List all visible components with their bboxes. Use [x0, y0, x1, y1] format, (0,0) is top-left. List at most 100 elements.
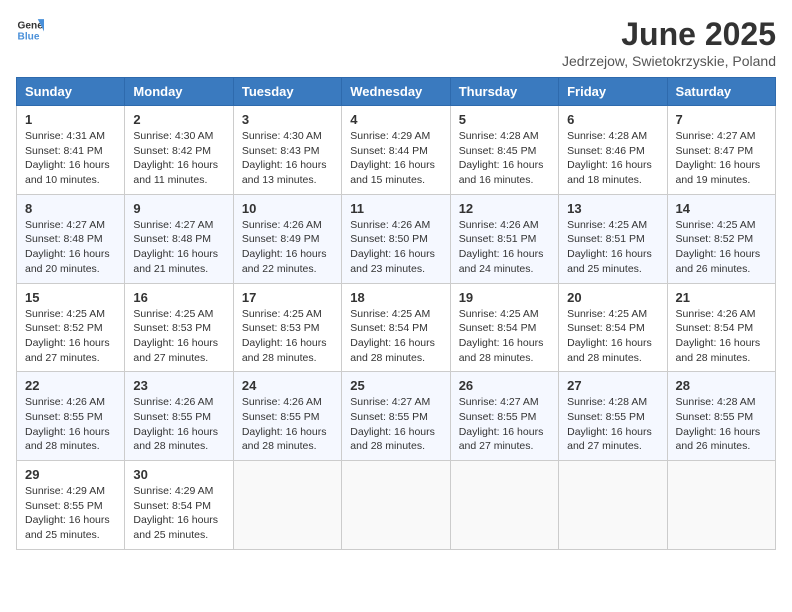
sunset-label: Sunset: 8:54 PM — [676, 322, 754, 334]
day-number: 16 — [133, 290, 224, 305]
calendar-week-5: 29 Sunrise: 4:29 AM Sunset: 8:55 PM Dayl… — [17, 461, 776, 550]
day-number: 19 — [459, 290, 550, 305]
daylight-label: Daylight: 16 hours and 28 minutes. — [676, 337, 761, 364]
sunrise-label: Sunrise: 4:27 AM — [133, 219, 213, 231]
daylight-label: Daylight: 16 hours and 28 minutes. — [133, 426, 218, 453]
day-number: 9 — [133, 201, 224, 216]
calendar-cell: 21 Sunrise: 4:26 AM Sunset: 8:54 PM Dayl… — [667, 283, 775, 372]
calendar-cell: 13 Sunrise: 4:25 AM Sunset: 8:51 PM Dayl… — [559, 194, 667, 283]
sunset-label: Sunset: 8:55 PM — [25, 411, 103, 423]
day-number: 21 — [676, 290, 767, 305]
calendar-cell: 18 Sunrise: 4:25 AM Sunset: 8:54 PM Dayl… — [342, 283, 450, 372]
sunset-label: Sunset: 8:46 PM — [567, 145, 645, 157]
calendar-cell: 4 Sunrise: 4:29 AM Sunset: 8:44 PM Dayli… — [342, 106, 450, 195]
col-header-saturday: Saturday — [667, 78, 775, 106]
calendar-cell: 6 Sunrise: 4:28 AM Sunset: 8:46 PM Dayli… — [559, 106, 667, 195]
day-info: Sunrise: 4:26 AM Sunset: 8:49 PM Dayligh… — [242, 218, 333, 277]
col-header-sunday: Sunday — [17, 78, 125, 106]
calendar-cell: 14 Sunrise: 4:25 AM Sunset: 8:52 PM Dayl… — [667, 194, 775, 283]
calendar-cell: 30 Sunrise: 4:29 AM Sunset: 8:54 PM Dayl… — [125, 461, 233, 550]
daylight-label: Daylight: 16 hours and 28 minutes. — [242, 426, 327, 453]
main-title: June 2025 — [562, 16, 776, 53]
day-info: Sunrise: 4:27 AM Sunset: 8:55 PM Dayligh… — [459, 395, 550, 454]
logo-icon: General Blue — [16, 16, 44, 44]
logo: General Blue — [16, 16, 44, 44]
day-number: 14 — [676, 201, 767, 216]
daylight-label: Daylight: 16 hours and 10 minutes. — [25, 159, 110, 186]
sunrise-label: Sunrise: 4:30 AM — [133, 130, 213, 142]
calendar-cell — [342, 461, 450, 550]
daylight-label: Daylight: 16 hours and 19 minutes. — [676, 159, 761, 186]
sunrise-label: Sunrise: 4:25 AM — [459, 308, 539, 320]
day-info: Sunrise: 4:30 AM Sunset: 8:42 PM Dayligh… — [133, 129, 224, 188]
day-info: Sunrise: 4:26 AM Sunset: 8:55 PM Dayligh… — [25, 395, 116, 454]
calendar-cell: 12 Sunrise: 4:26 AM Sunset: 8:51 PM Dayl… — [450, 194, 558, 283]
sunrise-label: Sunrise: 4:28 AM — [567, 130, 647, 142]
day-info: Sunrise: 4:26 AM Sunset: 8:55 PM Dayligh… — [133, 395, 224, 454]
daylight-label: Daylight: 16 hours and 25 minutes. — [567, 248, 652, 275]
day-number: 25 — [350, 378, 441, 393]
day-number: 8 — [25, 201, 116, 216]
sunrise-label: Sunrise: 4:29 AM — [133, 485, 213, 497]
day-info: Sunrise: 4:26 AM Sunset: 8:54 PM Dayligh… — [676, 307, 767, 366]
day-info: Sunrise: 4:27 AM Sunset: 8:48 PM Dayligh… — [133, 218, 224, 277]
calendar-cell: 2 Sunrise: 4:30 AM Sunset: 8:42 PM Dayli… — [125, 106, 233, 195]
sunrise-label: Sunrise: 4:25 AM — [25, 308, 105, 320]
calendar-cell: 24 Sunrise: 4:26 AM Sunset: 8:55 PM Dayl… — [233, 372, 341, 461]
calendar-cell: 26 Sunrise: 4:27 AM Sunset: 8:55 PM Dayl… — [450, 372, 558, 461]
sunset-label: Sunset: 8:54 PM — [567, 322, 645, 334]
sunset-label: Sunset: 8:55 PM — [25, 500, 103, 512]
day-info: Sunrise: 4:29 AM Sunset: 8:55 PM Dayligh… — [25, 484, 116, 543]
day-info: Sunrise: 4:27 AM Sunset: 8:48 PM Dayligh… — [25, 218, 116, 277]
day-number: 12 — [459, 201, 550, 216]
day-info: Sunrise: 4:25 AM Sunset: 8:52 PM Dayligh… — [25, 307, 116, 366]
calendar-cell: 1 Sunrise: 4:31 AM Sunset: 8:41 PM Dayli… — [17, 106, 125, 195]
col-header-thursday: Thursday — [450, 78, 558, 106]
sunset-label: Sunset: 8:48 PM — [25, 233, 103, 245]
daylight-label: Daylight: 16 hours and 27 minutes. — [133, 337, 218, 364]
day-number: 10 — [242, 201, 333, 216]
sunrise-label: Sunrise: 4:25 AM — [567, 219, 647, 231]
sunrise-label: Sunrise: 4:28 AM — [459, 130, 539, 142]
sunset-label: Sunset: 8:45 PM — [459, 145, 537, 157]
calendar-cell — [450, 461, 558, 550]
calendar-cell: 28 Sunrise: 4:28 AM Sunset: 8:55 PM Dayl… — [667, 372, 775, 461]
sunset-label: Sunset: 8:55 PM — [459, 411, 537, 423]
sunset-label: Sunset: 8:43 PM — [242, 145, 320, 157]
svg-text:Blue: Blue — [18, 31, 40, 42]
day-number: 17 — [242, 290, 333, 305]
day-number: 5 — [459, 112, 550, 127]
day-info: Sunrise: 4:25 AM Sunset: 8:53 PM Dayligh… — [133, 307, 224, 366]
daylight-label: Daylight: 16 hours and 26 minutes. — [676, 248, 761, 275]
daylight-label: Daylight: 16 hours and 18 minutes. — [567, 159, 652, 186]
daylight-label: Daylight: 16 hours and 25 minutes. — [133, 514, 218, 541]
calendar-cell: 23 Sunrise: 4:26 AM Sunset: 8:55 PM Dayl… — [125, 372, 233, 461]
daylight-label: Daylight: 16 hours and 21 minutes. — [133, 248, 218, 275]
daylight-label: Daylight: 16 hours and 27 minutes. — [25, 337, 110, 364]
daylight-label: Daylight: 16 hours and 16 minutes. — [459, 159, 544, 186]
day-info: Sunrise: 4:26 AM Sunset: 8:50 PM Dayligh… — [350, 218, 441, 277]
sunset-label: Sunset: 8:52 PM — [25, 322, 103, 334]
day-info: Sunrise: 4:26 AM Sunset: 8:55 PM Dayligh… — [242, 395, 333, 454]
day-number: 28 — [676, 378, 767, 393]
calendar-cell: 29 Sunrise: 4:29 AM Sunset: 8:55 PM Dayl… — [17, 461, 125, 550]
sunset-label: Sunset: 8:44 PM — [350, 145, 428, 157]
calendar-week-3: 15 Sunrise: 4:25 AM Sunset: 8:52 PM Dayl… — [17, 283, 776, 372]
sunset-label: Sunset: 8:52 PM — [676, 233, 754, 245]
daylight-label: Daylight: 16 hours and 27 minutes. — [459, 426, 544, 453]
day-info: Sunrise: 4:27 AM Sunset: 8:55 PM Dayligh… — [350, 395, 441, 454]
sunset-label: Sunset: 8:55 PM — [350, 411, 428, 423]
sunrise-label: Sunrise: 4:26 AM — [242, 396, 322, 408]
sunrise-label: Sunrise: 4:26 AM — [350, 219, 430, 231]
day-number: 26 — [459, 378, 550, 393]
sunrise-label: Sunrise: 4:29 AM — [25, 485, 105, 497]
day-info: Sunrise: 4:25 AM Sunset: 8:53 PM Dayligh… — [242, 307, 333, 366]
sunset-label: Sunset: 8:54 PM — [133, 500, 211, 512]
day-number: 2 — [133, 112, 224, 127]
sunset-label: Sunset: 8:50 PM — [350, 233, 428, 245]
sunset-label: Sunset: 8:54 PM — [459, 322, 537, 334]
sunset-label: Sunset: 8:54 PM — [350, 322, 428, 334]
calendar-table: SundayMondayTuesdayWednesdayThursdayFrid… — [16, 77, 776, 550]
sunrise-label: Sunrise: 4:26 AM — [459, 219, 539, 231]
calendar-cell: 10 Sunrise: 4:26 AM Sunset: 8:49 PM Dayl… — [233, 194, 341, 283]
